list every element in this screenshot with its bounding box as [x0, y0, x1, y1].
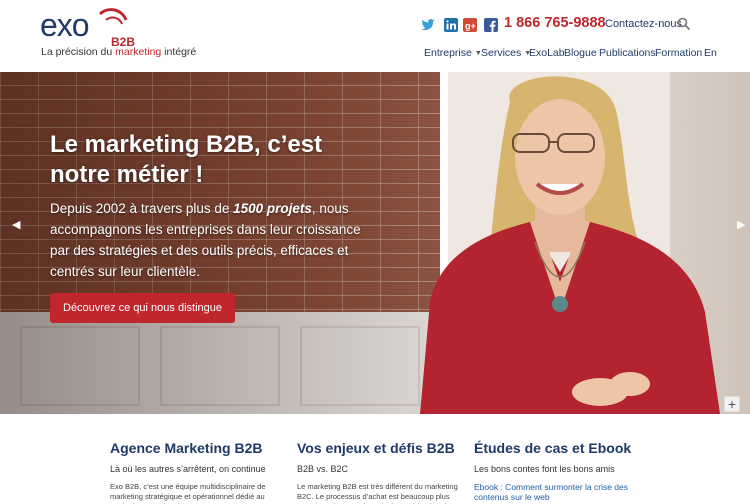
nav-item-entreprise[interactable]: Entreprise ▼ [424, 47, 482, 59]
search-icon[interactable] [677, 17, 691, 31]
site-header: exo B2B La précision du marketing intégr… [0, 0, 750, 72]
nav-label: Formation [655, 47, 703, 59]
column-title[interactable]: Vos enjeux et défis B2B [297, 440, 467, 456]
column-body: Exo B2B, c’est une équipe multidisciplin… [110, 482, 266, 504]
tagline: La précision du marketing intégré [41, 46, 196, 58]
nav-label: Services [481, 47, 522, 59]
discover-button[interactable]: Découvrez ce qui nous distingue [50, 293, 235, 323]
hero-title-line2: notre métier ! [50, 161, 204, 188]
column-body: Le marketing B2B est très différent du m… [297, 482, 458, 504]
ebook-link[interactable]: Ebook : Comment surmonter la crise des c… [474, 482, 644, 502]
nav-label: Blogue [564, 47, 597, 59]
nav-item-exolab[interactable]: ExoLab [529, 47, 565, 59]
column-subtitle: Les bons contes font les bons amis [474, 464, 615, 474]
hero-title-line1: Le marketing B2B, c’est [50, 131, 323, 158]
hero-title: Le marketing B2B, c’est notre métier ! [50, 130, 380, 190]
column-subtitle: B2B vs. B2C [297, 464, 349, 474]
column-agence: Agence Marketing B2B Là où les autres s’… [110, 440, 280, 504]
googleplus-icon[interactable]: g+ [462, 17, 478, 33]
nav-label: ExoLab [529, 47, 565, 59]
hero-text-bold: 1500 projets [233, 201, 312, 216]
tagline-accent: marketing [115, 46, 162, 58]
tagline-post: intégré [161, 46, 197, 58]
nav-item-language[interactable]: En [704, 47, 717, 59]
facebook-icon[interactable] [483, 17, 499, 33]
hero-text-pre: Depuis 2002 à travers plus de [50, 201, 234, 216]
svg-text:g+: g+ [465, 21, 476, 31]
contact-link[interactable]: Contactez-nous [605, 18, 682, 30]
slider-prev-icon[interactable]: ◀ [12, 218, 20, 231]
slider-next-icon[interactable]: ▶ [737, 218, 745, 231]
column-title[interactable]: Agence Marketing B2B [110, 440, 280, 456]
nav-item-formation[interactable]: Formation [655, 47, 702, 59]
hero-description: Depuis 2002 à travers plus de 1500 proje… [50, 198, 370, 282]
phone-number[interactable]: 1 866 765-9888 [504, 15, 606, 31]
hero-person-image [420, 76, 720, 414]
column-etudes: Études de cas et Ebook Les bons contes f… [474, 440, 644, 502]
column-subtitle: Là où les autres s’arrêtent, on continue [110, 464, 266, 474]
expand-button[interactable]: + [724, 396, 740, 412]
column-enjeux: Vos enjeux et défis B2B B2B vs. B2C Le m… [297, 440, 467, 504]
tagline-pre: La précision du [41, 46, 116, 58]
column-title[interactable]: Études de cas et Ebook [474, 440, 644, 456]
exo-b2b-logo[interactable]: exo B2B [40, 8, 150, 48]
logo-wordmark: exo [40, 8, 89, 43]
nav-label: Publications [599, 47, 656, 59]
nav-label: Entreprise [424, 47, 472, 59]
nav-item-services[interactable]: Services ▼ [481, 47, 531, 59]
nav-item-blogue[interactable]: Blogue [564, 47, 597, 59]
nav-label: En [704, 47, 717, 59]
linkedin-icon[interactable] [443, 17, 459, 33]
nav-item-publications[interactable]: Publications [599, 47, 656, 59]
twitter-icon[interactable] [420, 17, 436, 33]
